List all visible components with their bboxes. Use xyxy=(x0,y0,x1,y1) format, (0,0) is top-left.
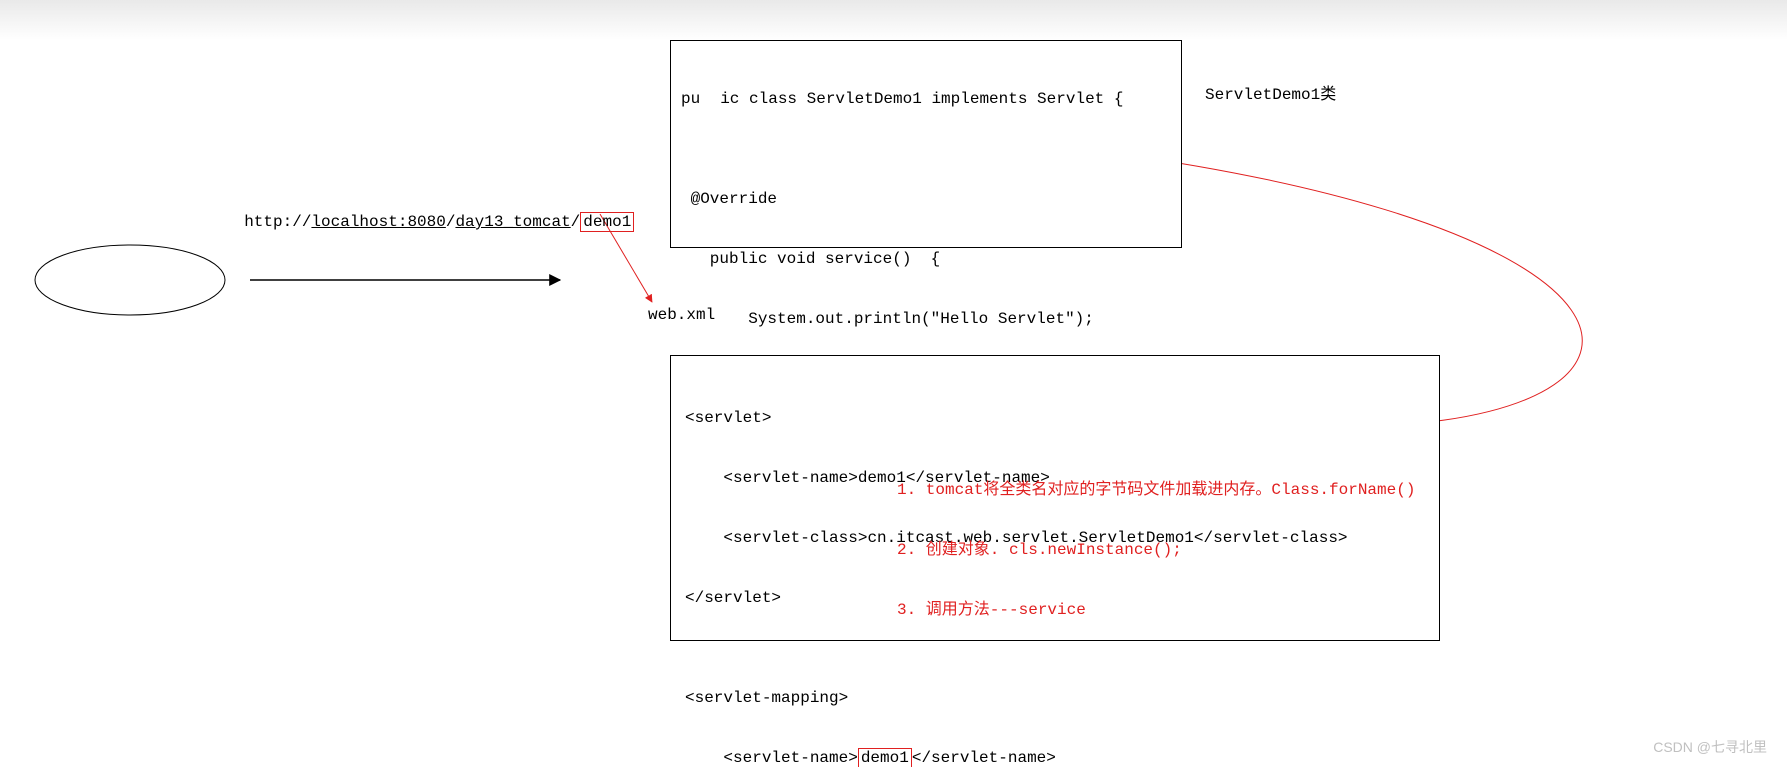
code-line-4: public void service() { xyxy=(681,249,1171,269)
xml-l7: <servlet-name>demo1</servlet-name> xyxy=(685,748,1425,767)
url-line: http://localhost:8080/day13_tomcat/demo1 xyxy=(225,195,634,231)
watermark: CSDN @七寻北里 xyxy=(1653,737,1767,757)
class-label: ServletDemo1类 xyxy=(1205,80,1336,104)
url-prefix: http:// xyxy=(244,213,311,231)
notes-block: 1. tomcat将全类名对应的字节码文件加载进内存。Class.forName… xyxy=(897,440,1415,640)
url-host: localhost:8080 xyxy=(311,213,445,231)
webxml-label: web.xml xyxy=(648,306,715,324)
xml-l1: <servlet> xyxy=(685,408,1425,428)
code-line-1: puic class ServletDemo1 implements Servl… xyxy=(681,89,1171,109)
code-line-3: @Override xyxy=(681,189,1171,209)
xml-l6: <servlet-mapping> xyxy=(685,688,1425,708)
note-2: 2. 创建对象. cls.newInstance(); xyxy=(897,540,1415,560)
code-line-5: System.out.println("Hello Servlet"); xyxy=(681,309,1171,329)
note-3: 3. 调用方法---service xyxy=(897,600,1415,620)
url-demo1: demo1 xyxy=(580,212,634,232)
note-1: 1. tomcat将全类名对应的字节码文件加载进内存。Class.forName… xyxy=(897,480,1415,500)
code-box: puic class ServletDemo1 implements Servl… xyxy=(670,40,1182,248)
url-slash1: / xyxy=(446,213,456,231)
url-path1: day13_tomcat xyxy=(455,213,570,231)
url-slash2: / xyxy=(571,213,581,231)
client-ellipse xyxy=(35,245,225,315)
